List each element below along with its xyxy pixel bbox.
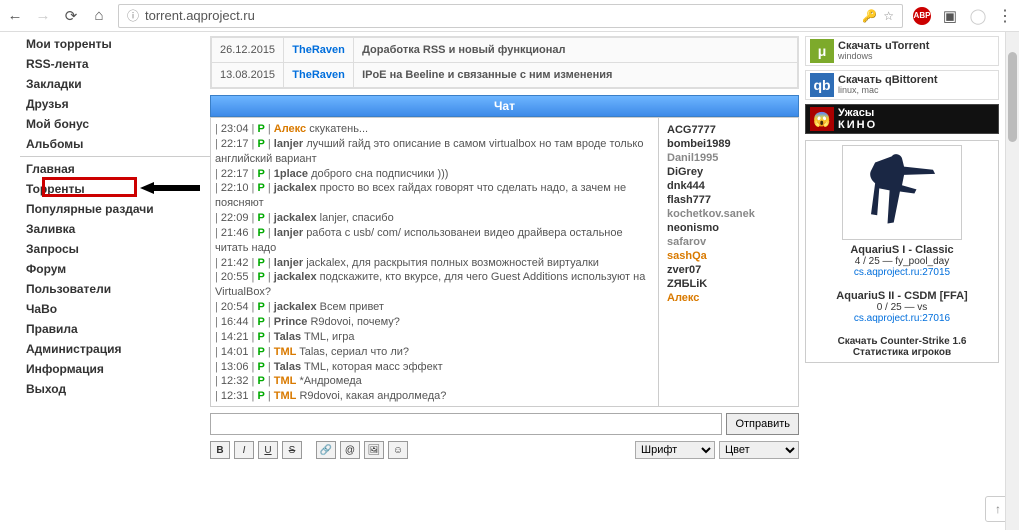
chat-line: | 22:17 | P | 1place доброго сна подписч… [215,167,654,182]
srv1-link[interactable]: cs.aqproject.ru:27015 [810,267,994,278]
cs-figure-icon [842,145,962,240]
chat-user[interactable]: zver07 [667,264,790,276]
sidebar-item[interactable]: Информация [20,359,210,379]
chat-user[interactable]: DiGrey [667,166,790,178]
chat-line: | 21:46 | P | lanjer работа с usb/ com/ … [215,226,654,256]
chat-user[interactable]: sashQa [667,250,790,262]
chat-send-button[interactable]: Отправить [726,413,799,435]
chat-line: | 22:09 | P | jackalex lanjer, спасибо [215,211,654,226]
forward-icon[interactable]: → [34,7,52,25]
chat-user[interactable]: bombei1989 [667,138,790,150]
smile-button[interactable]: ☺ [388,441,408,459]
sidebar-item[interactable]: Администрация [20,339,210,359]
sidebar-item[interactable]: Альбомы [20,134,210,154]
divider [20,156,210,157]
chat-line: | 13:06 | P | Talas TML, которая масс эф… [215,360,654,375]
chat-users: ACG7777 bombei1989 Danil1995 DiGrey dnk444 fl… [658,118,798,406]
srv2-link[interactable]: cs.aqproject.ru:27016 [810,313,994,324]
chat-user[interactable]: ACG7777 [667,124,790,136]
strike-button[interactable]: S [282,441,302,459]
chat-header: Чат [210,95,799,117]
site-info-icon[interactable]: ⓘ [127,7,139,24]
bold-button[interactable]: B [210,441,230,459]
chat-lines: | 23:04 | P | Алекс скукатень...| 22:17 … [211,118,658,406]
chat-user[interactable]: dnk444 [667,180,790,192]
chat-line: | 14:01 | P | TML Talas, сериал что ли? [215,345,654,360]
chat-user[interactable]: ZЯБLiK [667,278,790,290]
menu-icon[interactable]: ⋮ [997,6,1013,26]
url-text: torrent.aqproject.ru [145,8,856,23]
chat-user[interactable]: neonismo [667,222,790,234]
cs-stats-link[interactable]: Статистика игроков [810,347,994,358]
chat-line: | 20:54 | P | jackalex Всем привет [215,300,654,315]
sidebar-item[interactable]: Главная [20,159,210,179]
sidebar-item[interactable]: Мои торренты [20,34,210,54]
sidebar-item[interactable]: Выход [20,379,210,399]
utorrent-icon: μ [810,39,834,63]
font-select[interactable]: Шрифт [635,441,715,459]
bookmark-icon[interactable]: ☆ [883,9,894,23]
sidebar-item[interactable]: Популярные раздачи [20,199,210,219]
underline-button[interactable]: U [258,441,278,459]
chat-line: | 12:31 | P | TML R9dovoi, какая андролм… [215,389,654,404]
chat-user[interactable]: kochetkov.sanek [667,208,790,220]
chat-user[interactable]: safarov [667,236,790,248]
chat-user[interactable]: flash777 [667,194,790,206]
sidebar-item[interactable]: Форум [20,259,210,279]
link-button[interactable]: 🔗 [316,441,336,459]
chat-user[interactable]: Danil1995 [667,152,790,164]
chat-line: | 16:44 | P | Prince R9dovoi, почему? [215,315,654,330]
sidebar-item[interactable]: Друзья [20,94,210,114]
key-icon[interactable]: 🔑 [862,9,877,23]
sidebar-item[interactable]: RSS-лента [20,54,210,74]
back-icon[interactable]: ← [6,7,24,25]
img-button[interactable]: 🖼 [364,441,384,459]
color-select[interactable]: Цвет [719,441,799,459]
ext-icon[interactable]: ▣ [941,7,959,25]
horror-icon: 😱 [810,107,834,131]
profile-icon[interactable]: ◯ [969,7,987,25]
reload-icon[interactable]: ⟳ [62,7,80,25]
url-bar[interactable]: ⓘ torrent.aqproject.ru 🔑 ☆ [118,4,903,28]
chat-line: | 22:10 | P | jackalex просто во всех га… [215,181,654,211]
chat-line: | 23:04 | P | Алекс скукатень... [215,122,654,137]
srv1-title: AquariuS I - Classic [810,244,994,256]
chat-user[interactable]: Алекс [667,292,790,304]
srv2-title: AquariuS II - CSDM [FFA] [810,290,994,302]
chat-line: | 14:21 | P | Talas TML, игра [215,330,654,345]
arrow-icon [140,178,200,198]
sidebar-item[interactable]: Правила [20,319,210,339]
chat-line: | 11:33 | P | R9dovoi Андромеда полная л… [215,404,654,406]
chat-line: | 20:55 | P | jackalex подскажите, кто в… [215,270,654,300]
sidebar-item[interactable]: Пользователи [20,279,210,299]
news-block: 26.12.2015TheRavenДоработка RSS и новый … [210,36,799,89]
chat-line: | 22:17 | P | lanjer лучший гайд это опи… [215,137,654,167]
srv1-sub: 4 / 25 — fy_pool_day [810,256,994,267]
home-icon[interactable]: ⌂ [90,7,108,25]
sidebar-item[interactable]: Закладки [20,74,210,94]
srv2-sub: 0 / 25 — vs [810,302,994,313]
sidebar-item[interactable]: Запросы [20,239,210,259]
cs-server-box: AquariuS I - Classic 4 / 25 — fy_pool_da… [805,140,999,363]
kino-badge[interactable]: 😱 Ужасы КИНО [805,104,999,134]
italic-button[interactable]: I [234,441,254,459]
chat-toolbar: B I U S 🔗 @ 🖼 ☺ Шрифт Цвет [210,441,799,459]
qbittorrent-badge[interactable]: qb Скачать qBittorent linux, mac [805,70,999,100]
sidebar-item[interactable]: ЧаВо [20,299,210,319]
cs-dl-link[interactable]: Скачать Counter-Strike 1.6 [810,336,994,347]
at-button[interactable]: @ [340,441,360,459]
chat-input[interactable] [210,413,722,435]
qbittorrent-icon: qb [810,73,834,97]
scrollbar[interactable] [1005,32,1019,530]
chat-line: | 21:42 | P | lanjer jackalex, для раскр… [215,256,654,271]
adblock-icon[interactable]: ABP [913,7,931,25]
sidebar-item[interactable]: Заливка [20,219,210,239]
sidebar-item[interactable]: Мой бонус [20,114,210,134]
chat-line: | 12:32 | P | TML *Андромеда [215,374,654,389]
utorrent-badge[interactable]: μ Скачать uTorrent windows [805,36,999,66]
